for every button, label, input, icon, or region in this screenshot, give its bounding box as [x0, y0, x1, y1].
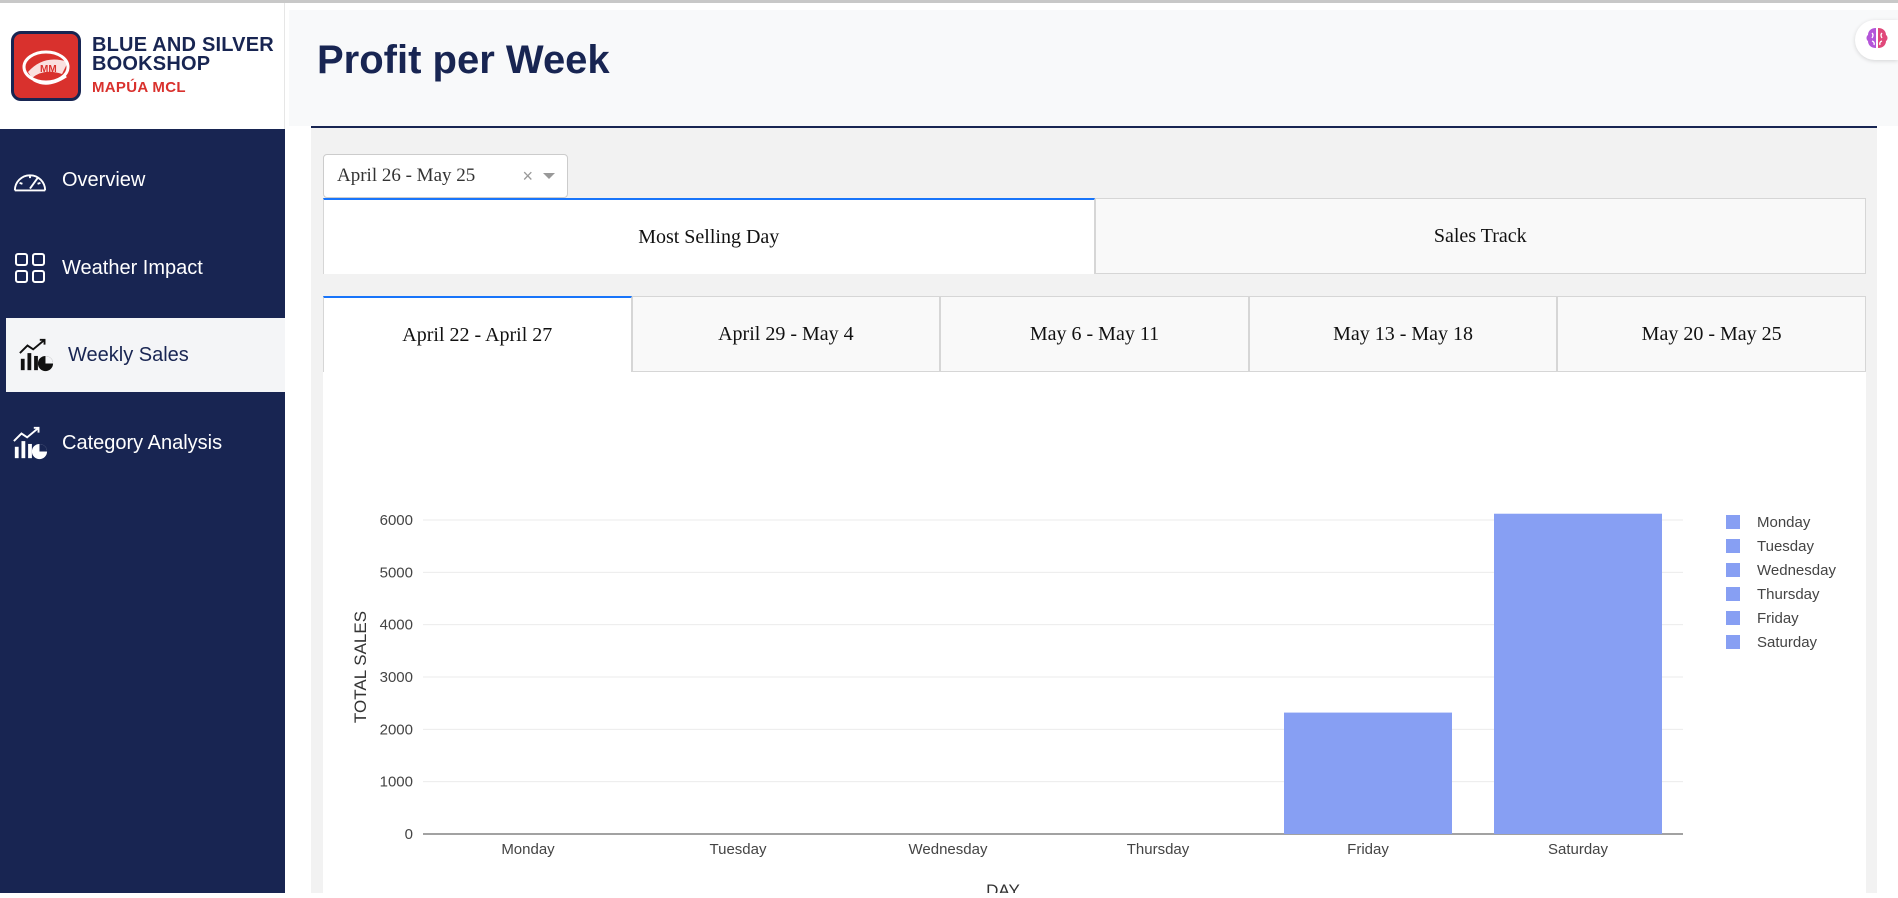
x-tick-label: Tuesday: [710, 841, 767, 858]
x-tick-label: Thursday: [1127, 841, 1190, 858]
sidebar: MM BLUE AND SILVER BOOKSHOP MAPÚA MCL Ov…: [0, 3, 285, 893]
brand-subtitle: MAPÚA MCL: [92, 79, 186, 96]
clear-icon[interactable]: ×: [522, 166, 533, 187]
brain-icon: [1864, 25, 1890, 56]
chart-panel: 0 1000 2000 3000 4000 5000 6000 Monday Tuesday We…: [323, 372, 1866, 898]
x-tick-label: Wednesday: [909, 841, 988, 858]
y-tick-label: 2000: [380, 721, 413, 738]
legend-item: Wednesday: [1757, 562, 1836, 579]
legend-item: Friday: [1757, 610, 1799, 627]
legend-swatch: [1726, 563, 1740, 577]
sidebar-item-weather-impact[interactable]: Weather Impact: [0, 231, 285, 305]
x-axis-title: DAY: [986, 881, 1020, 893]
sales-bar-chart: 0 1000 2000 3000 4000 5000 6000 Monday Tuesday We…: [351, 512, 1836, 898]
chart-growth-icon: [12, 425, 48, 461]
speedometer-icon: [12, 162, 48, 198]
brand-name-line2: BOOKSHOP: [92, 53, 211, 75]
week-range-dropdown[interactable]: April 26 - May 25 ×: [323, 154, 568, 198]
bar-friday: [1284, 712, 1452, 834]
sidebar-item-weekly-sales[interactable]: Weekly Sales: [6, 318, 285, 392]
sidebar-item-category-analysis[interactable]: Category Analysis: [0, 406, 285, 480]
x-tick-label: Monday: [501, 841, 555, 858]
bar-saturday: [1494, 513, 1662, 834]
legend-swatch: [1726, 635, 1740, 649]
page-title: Profit per Week: [317, 38, 610, 82]
legend-item: Tuesday: [1757, 538, 1814, 555]
y-tick-label: 0: [405, 826, 413, 843]
legend-swatch: [1726, 611, 1740, 625]
assistant-button[interactable]: [1855, 20, 1898, 60]
legend-item: Thursday: [1757, 586, 1820, 603]
svg-text:MM: MM: [40, 64, 57, 75]
view-tabs: Most Selling Day Sales Track: [323, 198, 1866, 274]
y-axis-title: TOTAL SALES: [351, 611, 370, 723]
sidebar-item-label: Overview: [62, 168, 146, 191]
dropdown-value: April 26 - May 25: [337, 165, 476, 186]
y-tick-label: 4000: [380, 617, 413, 634]
y-tick-label: 6000: [380, 512, 413, 529]
legend-item: Saturday: [1757, 634, 1818, 651]
brand-header: MM BLUE AND SILVER BOOKSHOP MAPÚA MCL: [0, 3, 285, 129]
sidebar-item-label: Weekly Sales: [68, 343, 189, 366]
legend-swatch: [1726, 539, 1740, 553]
legend-swatch: [1726, 587, 1740, 601]
x-tick-label: Saturday: [1548, 841, 1609, 858]
week-tabs: April 22 - April 27 April 29 - May 4 May…: [323, 296, 1866, 372]
tab-week-2[interactable]: April 29 - May 4: [631, 296, 941, 372]
y-tick-label: 1000: [380, 774, 413, 791]
legend-item: Monday: [1757, 514, 1811, 531]
legend-swatch: [1726, 515, 1740, 529]
x-tick-label: Friday: [1347, 841, 1389, 858]
tab-sales-track[interactable]: Sales Track: [1094, 198, 1866, 274]
tab-week-4[interactable]: May 13 - May 18: [1248, 296, 1558, 372]
sidebar-item-label: Weather Impact: [62, 256, 203, 279]
sidebar-item-overview[interactable]: Overview: [0, 143, 285, 217]
chevron-down-icon[interactable]: [543, 173, 555, 179]
sidebar-item-label: Category Analysis: [62, 431, 223, 454]
brand-name: BLUE AND SILVER BOOKSHOP: [92, 35, 274, 75]
tab-week-5[interactable]: May 20 - May 25: [1557, 296, 1866, 372]
bookshop-logo: MM: [11, 31, 81, 101]
grid-icon: [12, 250, 48, 286]
y-tick-label: 5000: [380, 564, 413, 581]
tab-week-1[interactable]: April 22 - April 27: [323, 296, 632, 372]
tab-most-selling-day[interactable]: Most Selling Day: [323, 198, 1095, 274]
chart-growth-icon: [18, 337, 54, 373]
y-tick-label: 3000: [380, 669, 413, 686]
tab-week-3[interactable]: May 6 - May 11: [940, 296, 1249, 372]
